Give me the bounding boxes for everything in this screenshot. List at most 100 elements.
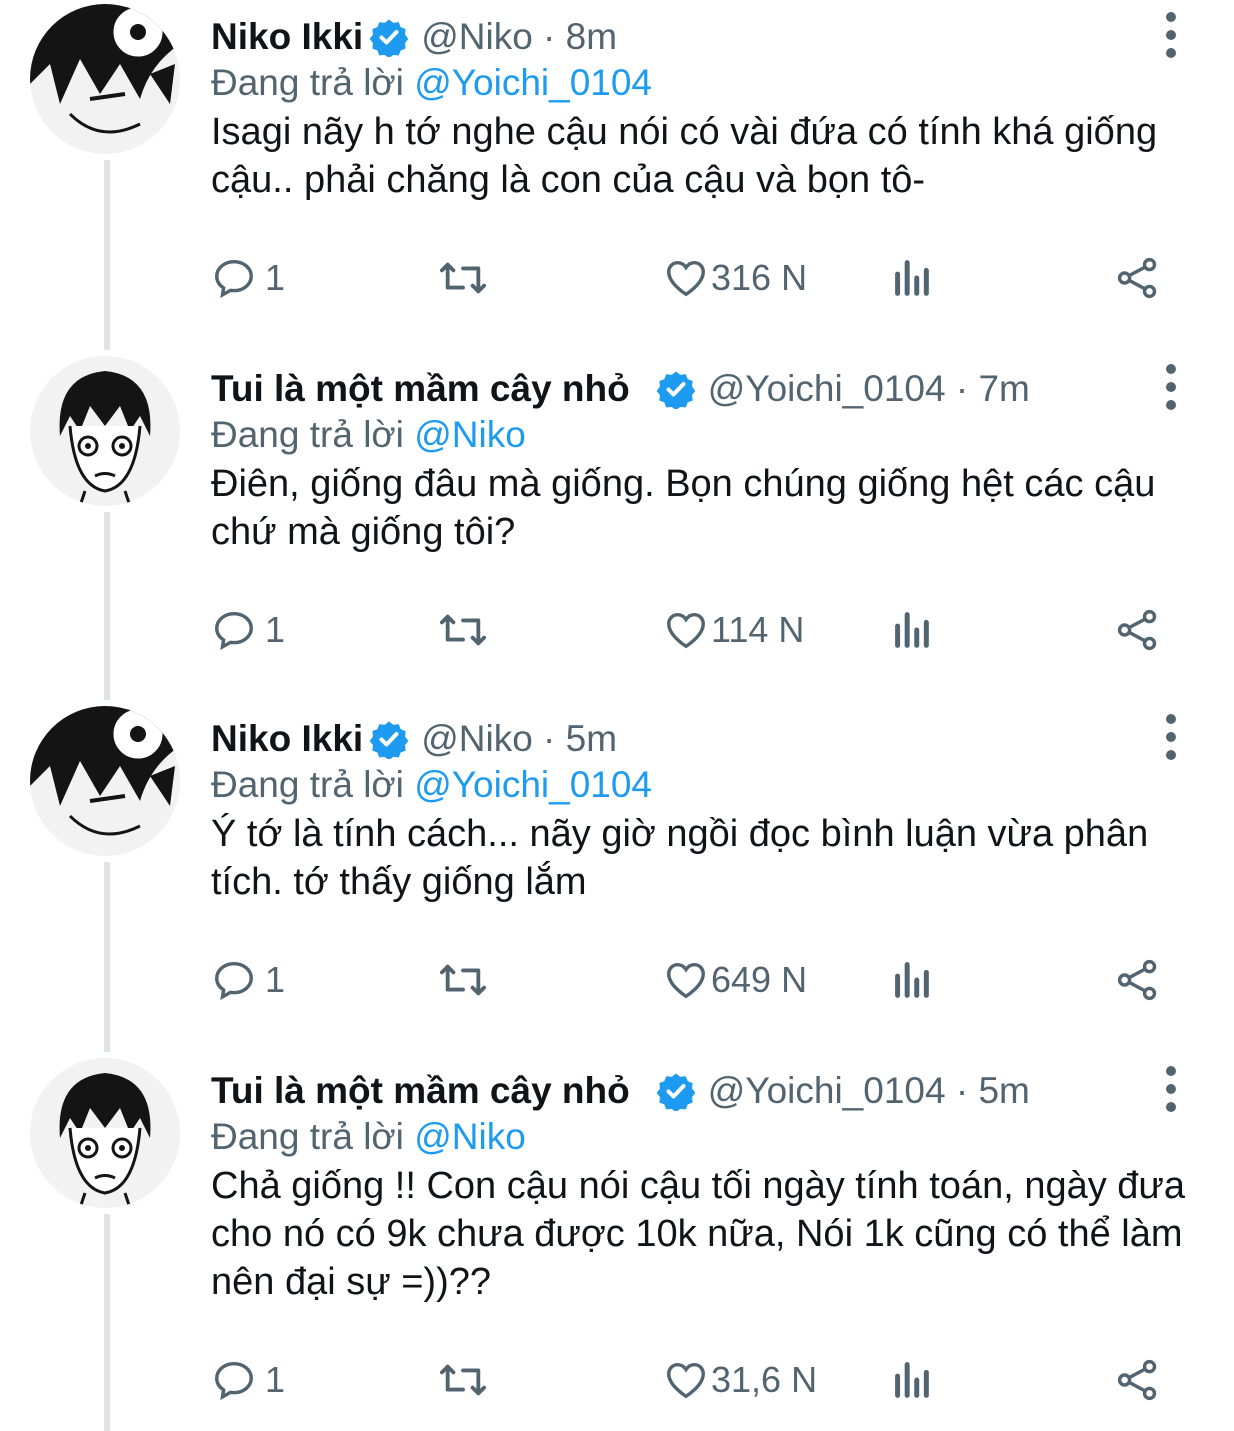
- reply-prefix: Đang trả lời: [211, 414, 404, 455]
- reply-prefix: Đang trả lời: [211, 62, 404, 103]
- reply-prefix: Đang trả lời: [211, 1116, 404, 1157]
- display-name[interactable]: Tui là một mầm cây nhỏ: [211, 1070, 630, 1112]
- like-button[interactable]: 316 N: [663, 248, 807, 308]
- handle-and-time: @Niko · 5m: [421, 718, 618, 759]
- views-button[interactable]: [891, 1350, 931, 1410]
- heart-icon: [667, 1362, 705, 1399]
- reply-button[interactable]: 1: [211, 248, 285, 308]
- retweet-button[interactable]: [436, 1350, 490, 1410]
- tweet-text: Ý tớ là tính cách... nãy giờ ngồi đọc bì…: [211, 813, 1149, 903]
- avatar[interactable]: [30, 1058, 180, 1208]
- share-icon: [1117, 959, 1157, 1001]
- tweet[interactable]: Tui là một mầm cây nhỏ @Yoichi_0104 · 7m…: [0, 356, 1234, 686]
- reply-mention-link[interactable]: @Yoichi_0104: [414, 62, 652, 103]
- verified-badge-icon: [369, 721, 409, 759]
- avatar[interactable]: [30, 706, 180, 856]
- reply-count: 1: [265, 1359, 286, 1400]
- share-button[interactable]: [1115, 600, 1161, 660]
- reply-count: 1: [265, 609, 286, 650]
- analytics-icon: [895, 612, 929, 648]
- niko-avatar-image: [30, 4, 180, 154]
- reply-count: 1: [265, 959, 286, 1000]
- tweet[interactable]: Tui là một mầm cây nhỏ @Yoichi_0104 · 5m…: [0, 1058, 1234, 1431]
- reply-icon: [215, 961, 253, 1001]
- action-bar: 1 114 N: [211, 600, 1171, 660]
- handle-and-time: @Niko · 8m: [421, 16, 618, 57]
- retweet-button[interactable]: [436, 950, 490, 1010]
- verified-badge-icon: [369, 19, 409, 57]
- reply-prefix: Đang trả lời: [211, 764, 404, 805]
- replying-to: Đang trả lời @Yoichi_0104: [211, 764, 652, 806]
- replying-to: Đang trả lời @Yoichi_0104: [211, 62, 652, 104]
- heart-icon: [667, 612, 705, 649]
- share-button[interactable]: [1115, 950, 1161, 1010]
- views-button[interactable]: [891, 248, 931, 308]
- like-button[interactable]: 649 N: [663, 950, 807, 1010]
- like-count: 649 N: [711, 959, 808, 1000]
- reply-icon: [215, 611, 253, 651]
- retweet-icon: [440, 614, 487, 646]
- avatar[interactable]: [30, 4, 180, 154]
- action-bar: 1 649 N: [211, 950, 1171, 1010]
- reply-button[interactable]: 1: [211, 600, 285, 660]
- reply-button[interactable]: 1: [211, 1350, 285, 1410]
- verified-badge-icon: [656, 1073, 696, 1111]
- avatar[interactable]: [30, 356, 180, 506]
- more-options-icon[interactable]: [1160, 1064, 1182, 1114]
- reply-mention-link[interactable]: @Yoichi_0104: [414, 764, 652, 805]
- reply-count: 1: [265, 257, 286, 298]
- heart-icon: [667, 260, 705, 297]
- share-icon: [1117, 1359, 1157, 1401]
- views-button[interactable]: [891, 950, 931, 1010]
- retweet-button[interactable]: [436, 600, 490, 660]
- reply-icon: [215, 259, 253, 299]
- tweet[interactable]: Niko Ikki @Niko · 8m Đang trả lời @Yoich…: [0, 4, 1234, 334]
- action-bar: 1 316 N: [211, 248, 1171, 308]
- reply-button[interactable]: 1: [211, 950, 285, 1010]
- display-name[interactable]: Niko Ikki: [211, 718, 363, 760]
- reply-mention-link[interactable]: @Niko: [414, 1116, 526, 1157]
- replying-to: Đang trả lời @Niko: [211, 414, 526, 456]
- tweet-text: Isagi nãy h tớ nghe cậu nói có vài đứa c…: [211, 111, 1158, 201]
- tweet-header: Tui là một mầm cây nhỏ @Yoichi_0104 · 5m: [211, 1066, 1030, 1116]
- handle-and-time: @Yoichi_0104 · 5m: [707, 1070, 1030, 1111]
- retweet-icon: [440, 262, 487, 294]
- verified-badge-icon: [656, 371, 696, 409]
- like-button[interactable]: 31,6 N: [663, 1350, 817, 1410]
- like-count: 316 N: [711, 257, 808, 298]
- share-button[interactable]: [1115, 1350, 1161, 1410]
- like-button[interactable]: 114 N: [663, 600, 804, 660]
- tweet-header: Niko Ikki @Niko · 5m: [211, 714, 617, 764]
- display-name[interactable]: Tui là một mầm cây nhỏ: [211, 368, 630, 410]
- tweet[interactable]: Niko Ikki @Niko · 5m Đang trả lời @Yoich…: [0, 706, 1234, 1036]
- share-icon: [1117, 257, 1157, 299]
- display-name[interactable]: Niko Ikki: [211, 16, 363, 58]
- share-button[interactable]: [1115, 248, 1161, 308]
- handle-and-time: @Yoichi_0104 · 7m: [707, 368, 1030, 409]
- more-options-icon[interactable]: [1160, 712, 1182, 762]
- retweet-icon: [440, 964, 487, 996]
- reply-icon: [215, 1361, 253, 1401]
- tweet-text: Chả giống !! Con cậu nói cậu tối ngày tí…: [211, 1165, 1185, 1303]
- heart-icon: [667, 962, 705, 999]
- yoichi-avatar-image: [30, 1058, 180, 1208]
- analytics-icon: [895, 962, 929, 998]
- retweet-icon: [440, 1364, 487, 1396]
- replying-to: Đang trả lời @Niko: [211, 1116, 526, 1158]
- views-button[interactable]: [891, 600, 931, 660]
- tweet-text: Điên, giống đâu mà giống. Bọn chúng giốn…: [211, 463, 1156, 553]
- reply-mention-link[interactable]: @Niko: [414, 414, 526, 455]
- analytics-icon: [895, 1362, 929, 1398]
- more-options-icon[interactable]: [1160, 362, 1182, 412]
- like-count: 31,6 N: [711, 1359, 818, 1400]
- share-icon: [1117, 609, 1157, 651]
- niko-avatar-image: [30, 706, 180, 856]
- like-count: 114 N: [711, 609, 805, 650]
- retweet-button[interactable]: [436, 248, 490, 308]
- more-options-icon[interactable]: [1160, 10, 1182, 60]
- yoichi-avatar-image: [30, 356, 180, 506]
- tweet-header: Niko Ikki @Niko · 8m: [211, 12, 617, 62]
- action-bar: 1 31,6 N: [211, 1350, 1171, 1410]
- tweet-header: Tui là một mầm cây nhỏ @Yoichi_0104 · 7m: [211, 364, 1030, 414]
- analytics-icon: [895, 260, 929, 296]
